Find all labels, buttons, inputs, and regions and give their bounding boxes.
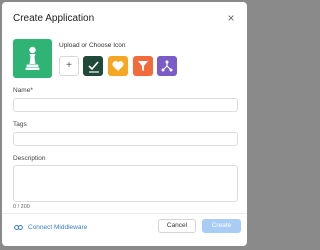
close-icon[interactable]: × xyxy=(225,12,237,24)
network-icon xyxy=(161,60,173,72)
create-button[interactable]: Create xyxy=(202,219,241,233)
name-input[interactable] xyxy=(13,98,238,112)
funnel-icon xyxy=(138,61,148,71)
tags-label: Tags xyxy=(13,121,27,128)
add-icon-button[interactable]: + xyxy=(59,56,79,76)
description-label: Description xyxy=(13,155,46,162)
selected-app-icon[interactable] xyxy=(13,39,52,78)
description-char-counter: 0 / 200 xyxy=(13,204,30,210)
heart-icon xyxy=(112,61,124,71)
tags-input[interactable] xyxy=(13,132,238,146)
checklist-icon xyxy=(88,61,99,73)
create-application-dialog: Create Application × Upload or Choose Ic… xyxy=(2,2,247,246)
icon-option-checklist[interactable] xyxy=(83,56,103,76)
chess-pawn-icon xyxy=(25,46,40,70)
link-icon xyxy=(14,224,23,230)
connect-middleware-label: Connect Middleware xyxy=(28,223,88,231)
cancel-button[interactable]: Cancel xyxy=(158,219,196,233)
description-textarea[interactable] xyxy=(13,165,238,202)
icon-option-network[interactable] xyxy=(157,56,177,76)
name-label: Name* xyxy=(13,87,33,94)
dialog-title: Create Application xyxy=(13,13,95,24)
icon-picker-label: Upload or Choose Icon xyxy=(59,42,126,49)
icon-option-heart[interactable] xyxy=(108,56,128,76)
connect-middleware-link[interactable]: Connect Middleware xyxy=(14,220,87,234)
footer-divider xyxy=(2,213,247,214)
icon-option-funnel[interactable] xyxy=(133,56,153,76)
